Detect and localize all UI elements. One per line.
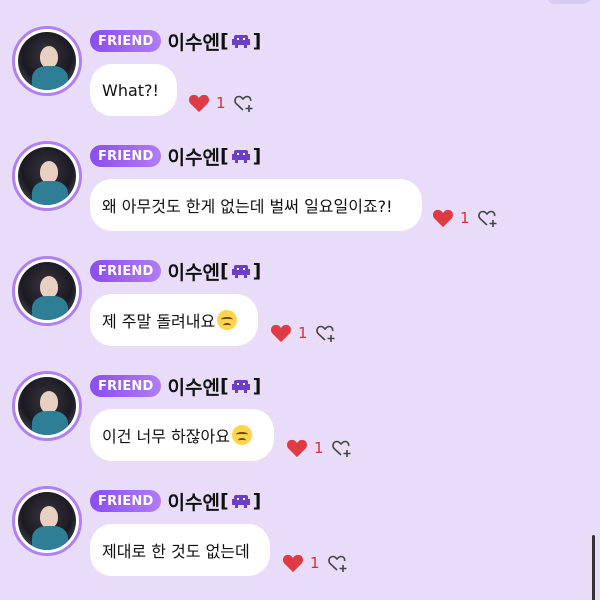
sad-face-emoji bbox=[231, 425, 252, 445]
author-row: FRIEND 이수엔 [ ] bbox=[90, 258, 261, 285]
author-name[interactable]: 이수엔 [ ] bbox=[167, 143, 261, 170]
reaction-row: 1 bbox=[286, 437, 352, 459]
avatar-image bbox=[18, 262, 76, 320]
add-reaction-icon[interactable] bbox=[315, 323, 336, 343]
message-text: 제대로 한 것도 없는데 bbox=[102, 542, 250, 561]
reaction-count: 1 bbox=[460, 209, 470, 227]
reaction-row: 1 bbox=[188, 92, 254, 114]
nickname-text: 이수엔 bbox=[167, 31, 220, 54]
add-reaction-icon[interactable] bbox=[233, 93, 254, 113]
bracket-open: [ bbox=[219, 30, 229, 52]
heart-icon[interactable] bbox=[270, 323, 292, 343]
heart-icon[interactable] bbox=[188, 93, 210, 113]
chat-message: FRIEND 이수엔 [ ] 제 주말 돌려내요 1 bbox=[0, 256, 600, 366]
bracket-open: [ bbox=[219, 260, 229, 282]
heart-icon[interactable] bbox=[432, 208, 454, 228]
nickname-text: 이수엔 bbox=[167, 491, 220, 514]
message-bubble[interactable]: 왜 아무것도 한게 없는데 벌써 일요일이죠?! bbox=[90, 179, 422, 231]
bracket-close: ] bbox=[252, 30, 262, 52]
avatar[interactable] bbox=[12, 141, 82, 211]
friend-badge: FRIEND bbox=[90, 490, 162, 512]
reaction-row: 1 bbox=[432, 207, 498, 229]
author-row: FRIEND 이수엔 [ ] bbox=[90, 488, 261, 515]
avatar[interactable] bbox=[12, 371, 82, 441]
nickname-text: 이수엔 bbox=[167, 146, 220, 169]
space-invader-icon bbox=[231, 265, 250, 278]
reaction-count: 1 bbox=[216, 94, 226, 112]
message-text: What?! bbox=[102, 80, 159, 100]
reaction-row: 1 bbox=[270, 322, 336, 344]
avatar[interactable] bbox=[12, 486, 82, 556]
bracket-close: ] bbox=[252, 260, 262, 282]
nickname-text: 이수엔 bbox=[167, 261, 220, 284]
bracket-open: [ bbox=[219, 375, 229, 397]
message-bubble[interactable]: 제 주말 돌려내요 bbox=[90, 294, 258, 346]
bracket-open: [ bbox=[219, 490, 229, 512]
avatar[interactable] bbox=[12, 26, 82, 96]
avatar-image bbox=[18, 492, 76, 550]
add-reaction-icon[interactable] bbox=[477, 208, 498, 228]
bracket-close: ] bbox=[252, 145, 262, 167]
message-text: 왜 아무것도 한게 없는데 벌써 일요일이죠?! bbox=[102, 197, 393, 216]
avatar-image bbox=[18, 147, 76, 205]
avatar-image bbox=[18, 377, 76, 435]
space-invader-icon bbox=[231, 150, 250, 163]
add-reaction-icon[interactable] bbox=[331, 438, 352, 458]
chat-message: FRIEND 이수엔 [ ] 제대로 한 것도 없는데 1 bbox=[0, 486, 600, 596]
reaction-count: 1 bbox=[314, 439, 324, 457]
friend-badge: FRIEND bbox=[90, 30, 162, 52]
crying-face-emoji bbox=[217, 310, 238, 330]
reaction-count: 1 bbox=[298, 324, 308, 342]
message-bubble[interactable]: 제대로 한 것도 없는데 bbox=[90, 524, 270, 576]
author-name[interactable]: 이수엔 [ ] bbox=[167, 373, 261, 400]
author-name[interactable]: 이수엔 [ ] bbox=[167, 488, 261, 515]
friend-badge: FRIEND bbox=[90, 375, 162, 397]
bracket-open: [ bbox=[219, 145, 229, 167]
scrollbar[interactable] bbox=[592, 535, 595, 600]
heart-icon[interactable] bbox=[282, 553, 304, 573]
chat-message: FRIEND 이수엔 [ ] What?! 1 bbox=[0, 26, 600, 136]
add-reaction-icon[interactable] bbox=[327, 553, 348, 573]
chat-message: FRIEND 이수엔 [ ] 왜 아무것도 한게 없는데 벌써 일요일이죠?! … bbox=[0, 141, 600, 251]
author-name[interactable]: 이수엔 [ ] bbox=[167, 258, 261, 285]
space-invader-icon bbox=[231, 380, 250, 393]
avatar-image bbox=[18, 32, 76, 90]
bracket-close: ] bbox=[252, 490, 262, 512]
heart-icon[interactable] bbox=[286, 438, 308, 458]
reaction-row: 1 bbox=[282, 552, 348, 574]
space-invader-icon bbox=[231, 35, 250, 48]
author-name[interactable]: 이수엔 [ ] bbox=[167, 28, 261, 55]
message-bubble[interactable]: 이건 너무 하잖아요 bbox=[90, 409, 274, 461]
message-text: 이건 너무 하잖아요 bbox=[102, 427, 230, 446]
reaction-count: 1 bbox=[310, 554, 320, 572]
friend-badge: FRIEND bbox=[90, 145, 162, 167]
chat-feed: FRIEND 이수엔 [ ] What?! 1 FRIEND 이수엔 [] 왜… bbox=[0, 0, 600, 600]
chat-message: FRIEND 이수엔 [ ] 이건 너무 하잖아요 1 bbox=[0, 371, 600, 481]
avatar[interactable] bbox=[12, 256, 82, 326]
space-invader-icon bbox=[231, 495, 250, 508]
message-text: 제 주말 돌려내요 bbox=[102, 312, 216, 331]
author-row: FRIEND 이수엔 [ ] bbox=[90, 373, 261, 400]
bracket-close: ] bbox=[252, 375, 262, 397]
author-row: FRIEND 이수엔 [ ] bbox=[90, 143, 261, 170]
message-bubble[interactable]: What?! bbox=[90, 64, 177, 116]
friend-badge: FRIEND bbox=[90, 260, 162, 282]
author-row: FRIEND 이수엔 [ ] bbox=[90, 28, 261, 55]
nickname-text: 이수엔 bbox=[167, 376, 220, 399]
